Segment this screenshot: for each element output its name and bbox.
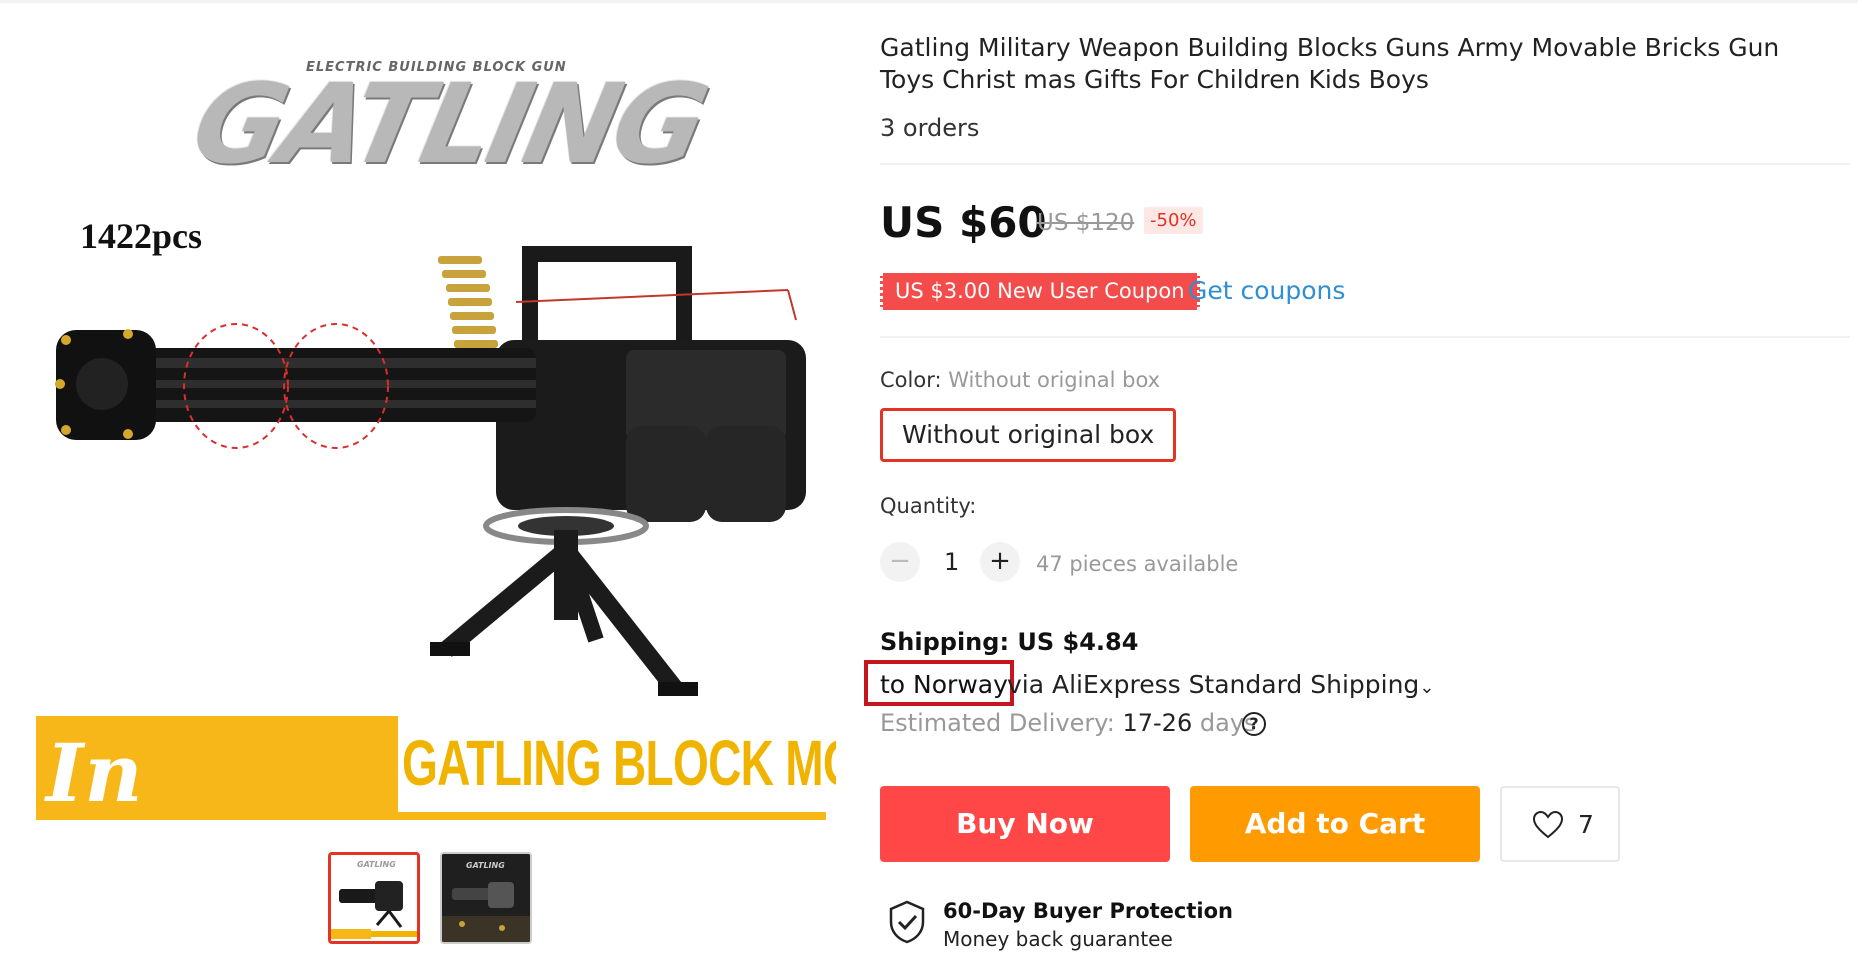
thumbnail-1-image: GATLING — [331, 855, 417, 941]
thumbnail-2-image: GATLING — [442, 854, 530, 942]
thumbnail-1[interactable]: GATLING — [328, 852, 420, 944]
block-model-text: GATLING BLOCK MODEL — [402, 727, 836, 799]
thumbnail-2-caption: GATLING — [466, 861, 505, 870]
estimated-delivery: Estimated Delivery: 17-26 days — [880, 709, 1257, 737]
chevron-down-icon: ⌄ — [1419, 677, 1435, 698]
divider — [880, 336, 1850, 338]
gatling-gun-illustration — [55, 246, 806, 696]
buyer-protection-subtitle: Money back guarantee — [943, 927, 1173, 951]
gatling-logo: GATLING — [182, 60, 715, 188]
buyer-protection-title: 60-Day Buyer Protection — [943, 899, 1233, 923]
banner-yellow-block: In Stock — [36, 716, 398, 835]
help-icon[interactable]: ? — [1242, 712, 1266, 736]
color-label: Color: Without original box — [880, 368, 1160, 392]
delivery-label: Estimated Delivery: — [880, 709, 1115, 737]
main-product-image[interactable]: GATLING ELECTRIC BUILDING BLOCK GUN 1422… — [36, 10, 836, 835]
orders-count: 3 orders — [880, 114, 980, 142]
discount-badge: -50% — [1144, 207, 1203, 234]
divider — [880, 163, 1850, 165]
get-coupons-link[interactable]: Get coupons — [1188, 276, 1345, 305]
shipping-method[interactable]: via AliExpress Standard Shipping⌄ — [1007, 670, 1434, 699]
thumbnail-2[interactable]: GATLING — [440, 852, 532, 944]
wishlist-count: 7 — [1578, 810, 1594, 839]
color-option-without-box[interactable]: Without original box — [880, 408, 1177, 462]
current-price: US $60 — [880, 198, 1047, 247]
color-selected-value: Without original box — [948, 368, 1161, 392]
banner-underline — [398, 812, 826, 820]
product-gallery: GATLING ELECTRIC BUILDING BLOCK GUN 1422… — [36, 10, 836, 970]
buy-now-button[interactable]: Buy Now — [880, 786, 1170, 862]
original-price: US $120 — [1037, 210, 1135, 236]
thumbnail-1-caption: GATLING — [357, 860, 396, 869]
shield-check-icon — [889, 900, 925, 944]
quantity-decrease-button[interactable]: − — [880, 542, 920, 582]
add-to-cart-button[interactable]: Add to Cart — [1190, 786, 1480, 862]
quantity-label: Quantity: — [880, 494, 977, 518]
pieces-available: 47 pieces available — [1036, 552, 1239, 576]
in-stock-banner: In Stock GATLING BLOCK MODEL — [36, 716, 836, 835]
quantity-increase-button[interactable]: + — [980, 542, 1020, 582]
color-label-text: Color: — [880, 368, 942, 392]
heart-icon — [1532, 810, 1564, 839]
shipping-method-text: via AliExpress Standard Shipping — [1007, 670, 1420, 699]
wishlist-button[interactable]: 7 — [1500, 786, 1620, 862]
product-title: Gatling Military Weapon Building Blocks … — [880, 33, 1780, 94]
top-divider — [0, 0, 1858, 3]
logo-subtitle: ELECTRIC BUILDING BLOCK GUN — [306, 60, 567, 75]
new-user-coupon[interactable]: US $3.00 New User Coupon — [880, 273, 1200, 310]
shipping-cost: Shipping: US $4.84 — [880, 628, 1139, 656]
in-stock-text: In Stock — [46, 726, 302, 835]
delivery-days: 17-26 — [1122, 709, 1193, 737]
shipping-destination[interactable]: to Norway — [880, 670, 1008, 699]
quantity-input[interactable]: 1 — [944, 548, 959, 576]
